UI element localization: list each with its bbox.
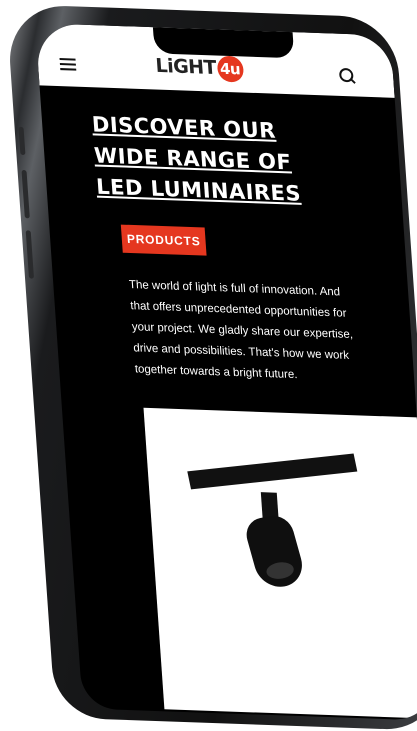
product-image-card[interactable] bbox=[143, 407, 417, 719]
volume-up-button bbox=[21, 169, 30, 219]
search-icon[interactable] bbox=[338, 67, 354, 83]
volume-down-button bbox=[25, 230, 35, 279]
track-arm bbox=[260, 492, 279, 519]
spotlight-lens bbox=[264, 560, 296, 581]
phone-screen: LiGHT 4u Discover our wide range of LED l… bbox=[35, 23, 417, 721]
spotlight bbox=[242, 512, 308, 591]
side-button bbox=[18, 126, 26, 156]
logo-badge: 4u bbox=[216, 55, 244, 83]
menu-icon[interactable] bbox=[59, 58, 77, 71]
hero-description: The world of light is full of innovation… bbox=[128, 278, 354, 382]
notch bbox=[152, 27, 295, 59]
logo-text: LiGHT bbox=[154, 54, 217, 80]
page-title: Discover our wide range of LED luminaire… bbox=[91, 112, 302, 206]
track-rail bbox=[187, 453, 358, 490]
brand-logo[interactable]: LiGHT 4u bbox=[154, 53, 244, 83]
phone-mockup: LiGHT 4u Discover our wide range of LED l… bbox=[6, 4, 417, 731]
products-button[interactable]: PRODUCTS bbox=[120, 224, 207, 256]
